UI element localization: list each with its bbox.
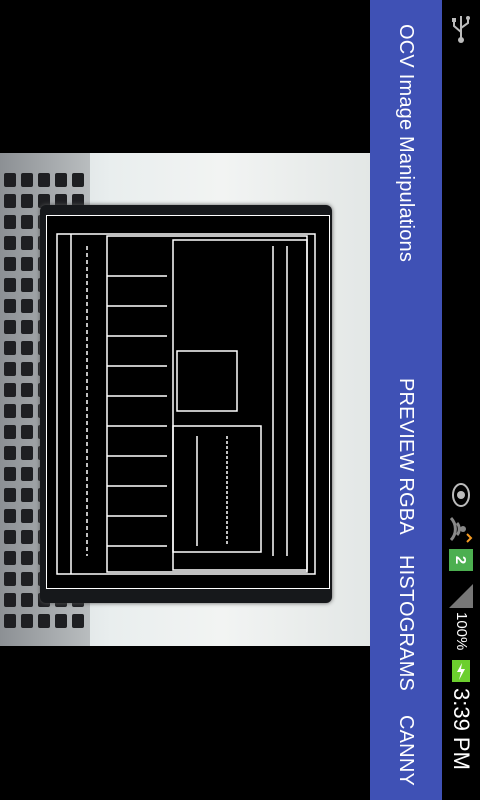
keyboard-key (4, 467, 16, 481)
notification-badge-icon: 2 (442, 548, 480, 572)
keyboard-key (4, 509, 16, 523)
keyboard-key (21, 299, 33, 313)
keyboard-key (21, 551, 33, 565)
keyboard-key (21, 488, 33, 502)
keyboard-key (21, 509, 33, 523)
keyboard-key (21, 404, 33, 418)
keyboard-key (4, 425, 16, 439)
keyboard-key (72, 173, 84, 187)
keyboard-key (4, 194, 16, 208)
keyboard-key (4, 551, 16, 565)
keyboard-key (4, 572, 16, 586)
keyboard-key (4, 215, 16, 229)
keyboard-key (21, 173, 33, 187)
battery-percent: 100% (453, 612, 470, 651)
menu-item-histograms[interactable]: HISTOGRAMS (394, 555, 417, 691)
keyboard-key (72, 614, 84, 628)
keyboard-key (4, 383, 16, 397)
keyboard-key (4, 593, 16, 607)
keyboard-key (21, 362, 33, 376)
battery-charging-icon (442, 658, 480, 684)
keyboard-key (4, 299, 16, 313)
camera-frame (0, 153, 370, 646)
usb-icon (442, 14, 480, 44)
keyboard-key (4, 404, 16, 418)
keyboard-key (21, 341, 33, 355)
keyboard-key (21, 530, 33, 544)
keyboard-key (21, 194, 33, 208)
keyboard-key (4, 488, 16, 502)
keyboard-key (38, 173, 50, 187)
keyboard-key (4, 614, 16, 628)
keyboard-key (4, 362, 16, 376)
keyboard-key (21, 446, 33, 460)
keyboard-key (21, 425, 33, 439)
keyboard-key (4, 173, 16, 187)
keyboard-key (21, 572, 33, 586)
menu-item-canny[interactable]: CANNY (394, 715, 417, 786)
wifi-icon (442, 514, 480, 544)
keyboard-key (4, 341, 16, 355)
keyboard-key (4, 257, 16, 271)
keyboard-key (4, 278, 16, 292)
eye-icon (442, 482, 480, 508)
keyboard-key (38, 614, 50, 628)
menu-item-preview-rgba[interactable]: PREVIEW RGBA (394, 378, 417, 535)
notification-badge: 2 (449, 549, 473, 571)
status-clock: 3:39 PM (449, 688, 474, 770)
keyboard-key (4, 530, 16, 544)
keyboard-key (21, 257, 33, 271)
keyboard-key (55, 614, 67, 628)
keyboard-key (55, 173, 67, 187)
keyboard-key (21, 593, 33, 607)
keyboard-key (21, 278, 33, 292)
keyboard-key (4, 236, 16, 250)
signal-icon (442, 580, 480, 610)
keyboard-key (21, 320, 33, 334)
app-title: OCV Image Manipulations (395, 24, 417, 263)
keyboard-key (21, 383, 33, 397)
canny-edges-graphic (56, 233, 316, 575)
keyboard-key (4, 320, 16, 334)
keyboard-key (21, 215, 33, 229)
keyboard-key (21, 467, 33, 481)
keyboard-key (4, 446, 16, 460)
camera-preview[interactable] (0, 0, 370, 800)
canny-edge-overlay (46, 215, 330, 589)
keyboard-key (21, 614, 33, 628)
status-bar: 2 (442, 0, 480, 800)
keyboard-key (21, 236, 33, 250)
